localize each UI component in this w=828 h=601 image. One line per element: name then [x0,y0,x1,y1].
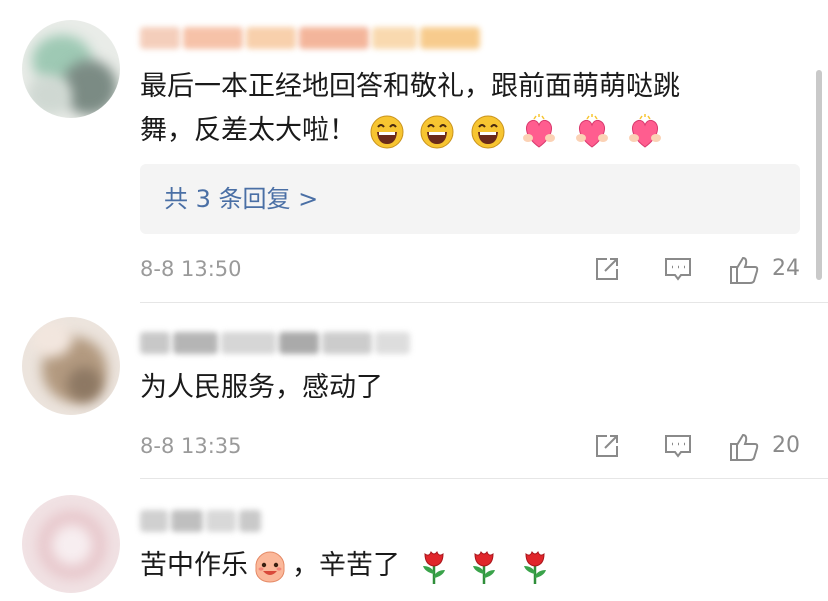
view-replies-link[interactable]: 共 3 条回复 > [164,164,318,234]
rose-emoji [520,548,550,586]
scrollbar[interactable] [816,70,822,280]
avatar[interactable] [22,20,120,118]
comment-meta: 8-8 13:35 20 [140,426,800,466]
comment-item: 最后一本正经地回答和敬礼，跟前面萌萌哒跳 舞，反差太大啦！ 共 3 条回复 > … [0,0,828,302]
comment-text: 为人民服务，感动了 [140,365,383,411]
thumbs-up-icon[interactable] [728,255,760,285]
laugh-emoji [369,114,405,150]
laugh-emoji [470,114,506,150]
comment-text-line: ，辛苦了 [292,550,400,581]
heart-hands-emoji [520,113,558,150]
comment-icon[interactable] [663,255,693,283]
comment-text-line: 最后一本正经地回答和敬礼，跟前面萌萌哒跳 [140,71,680,102]
rose-emoji [419,548,449,586]
share-icon[interactable] [593,255,621,283]
comment-time: 8-8 13:35 [140,434,242,458]
comment-item: 苦中作乐 ，辛苦了 [0,479,828,601]
avatar[interactable] [22,317,120,415]
comment-text-line: 为人民服务，感动了 [140,372,383,403]
avatar[interactable] [22,495,120,593]
share-icon[interactable] [593,432,621,460]
username-blurred[interactable] [140,325,410,361]
laugh-emoji [419,114,455,150]
username-blurred[interactable] [140,503,261,539]
thumbs-up-icon[interactable] [728,432,760,462]
like-count: 24 [772,256,800,281]
like-count: 20 [772,433,800,458]
cute-monster-emoji [252,549,288,585]
reply-summary-box[interactable]: 共 3 条回复 > [140,164,800,234]
username-blurred[interactable] [140,20,480,56]
comment-icon[interactable] [663,432,693,460]
heart-hands-emoji [573,113,611,150]
rose-emoji [469,548,499,586]
comment-text: 最后一本正经地回答和敬礼，跟前面萌萌哒跳 [140,64,680,110]
comment-item: 为人民服务，感动了 8-8 13:35 20 [0,303,828,478]
comment-time: 8-8 13:50 [140,257,242,281]
heart-hands-emoji [626,113,664,150]
comment-text-line: 舞，反差太大啦！ [140,115,356,146]
comment-text: 苦中作乐 ，辛苦了 [140,543,550,589]
comment-text: 舞，反差太大啦！ [140,108,664,154]
comment-text-line: 苦中作乐 [140,550,248,581]
comment-meta: 8-8 13:50 24 [140,249,800,289]
